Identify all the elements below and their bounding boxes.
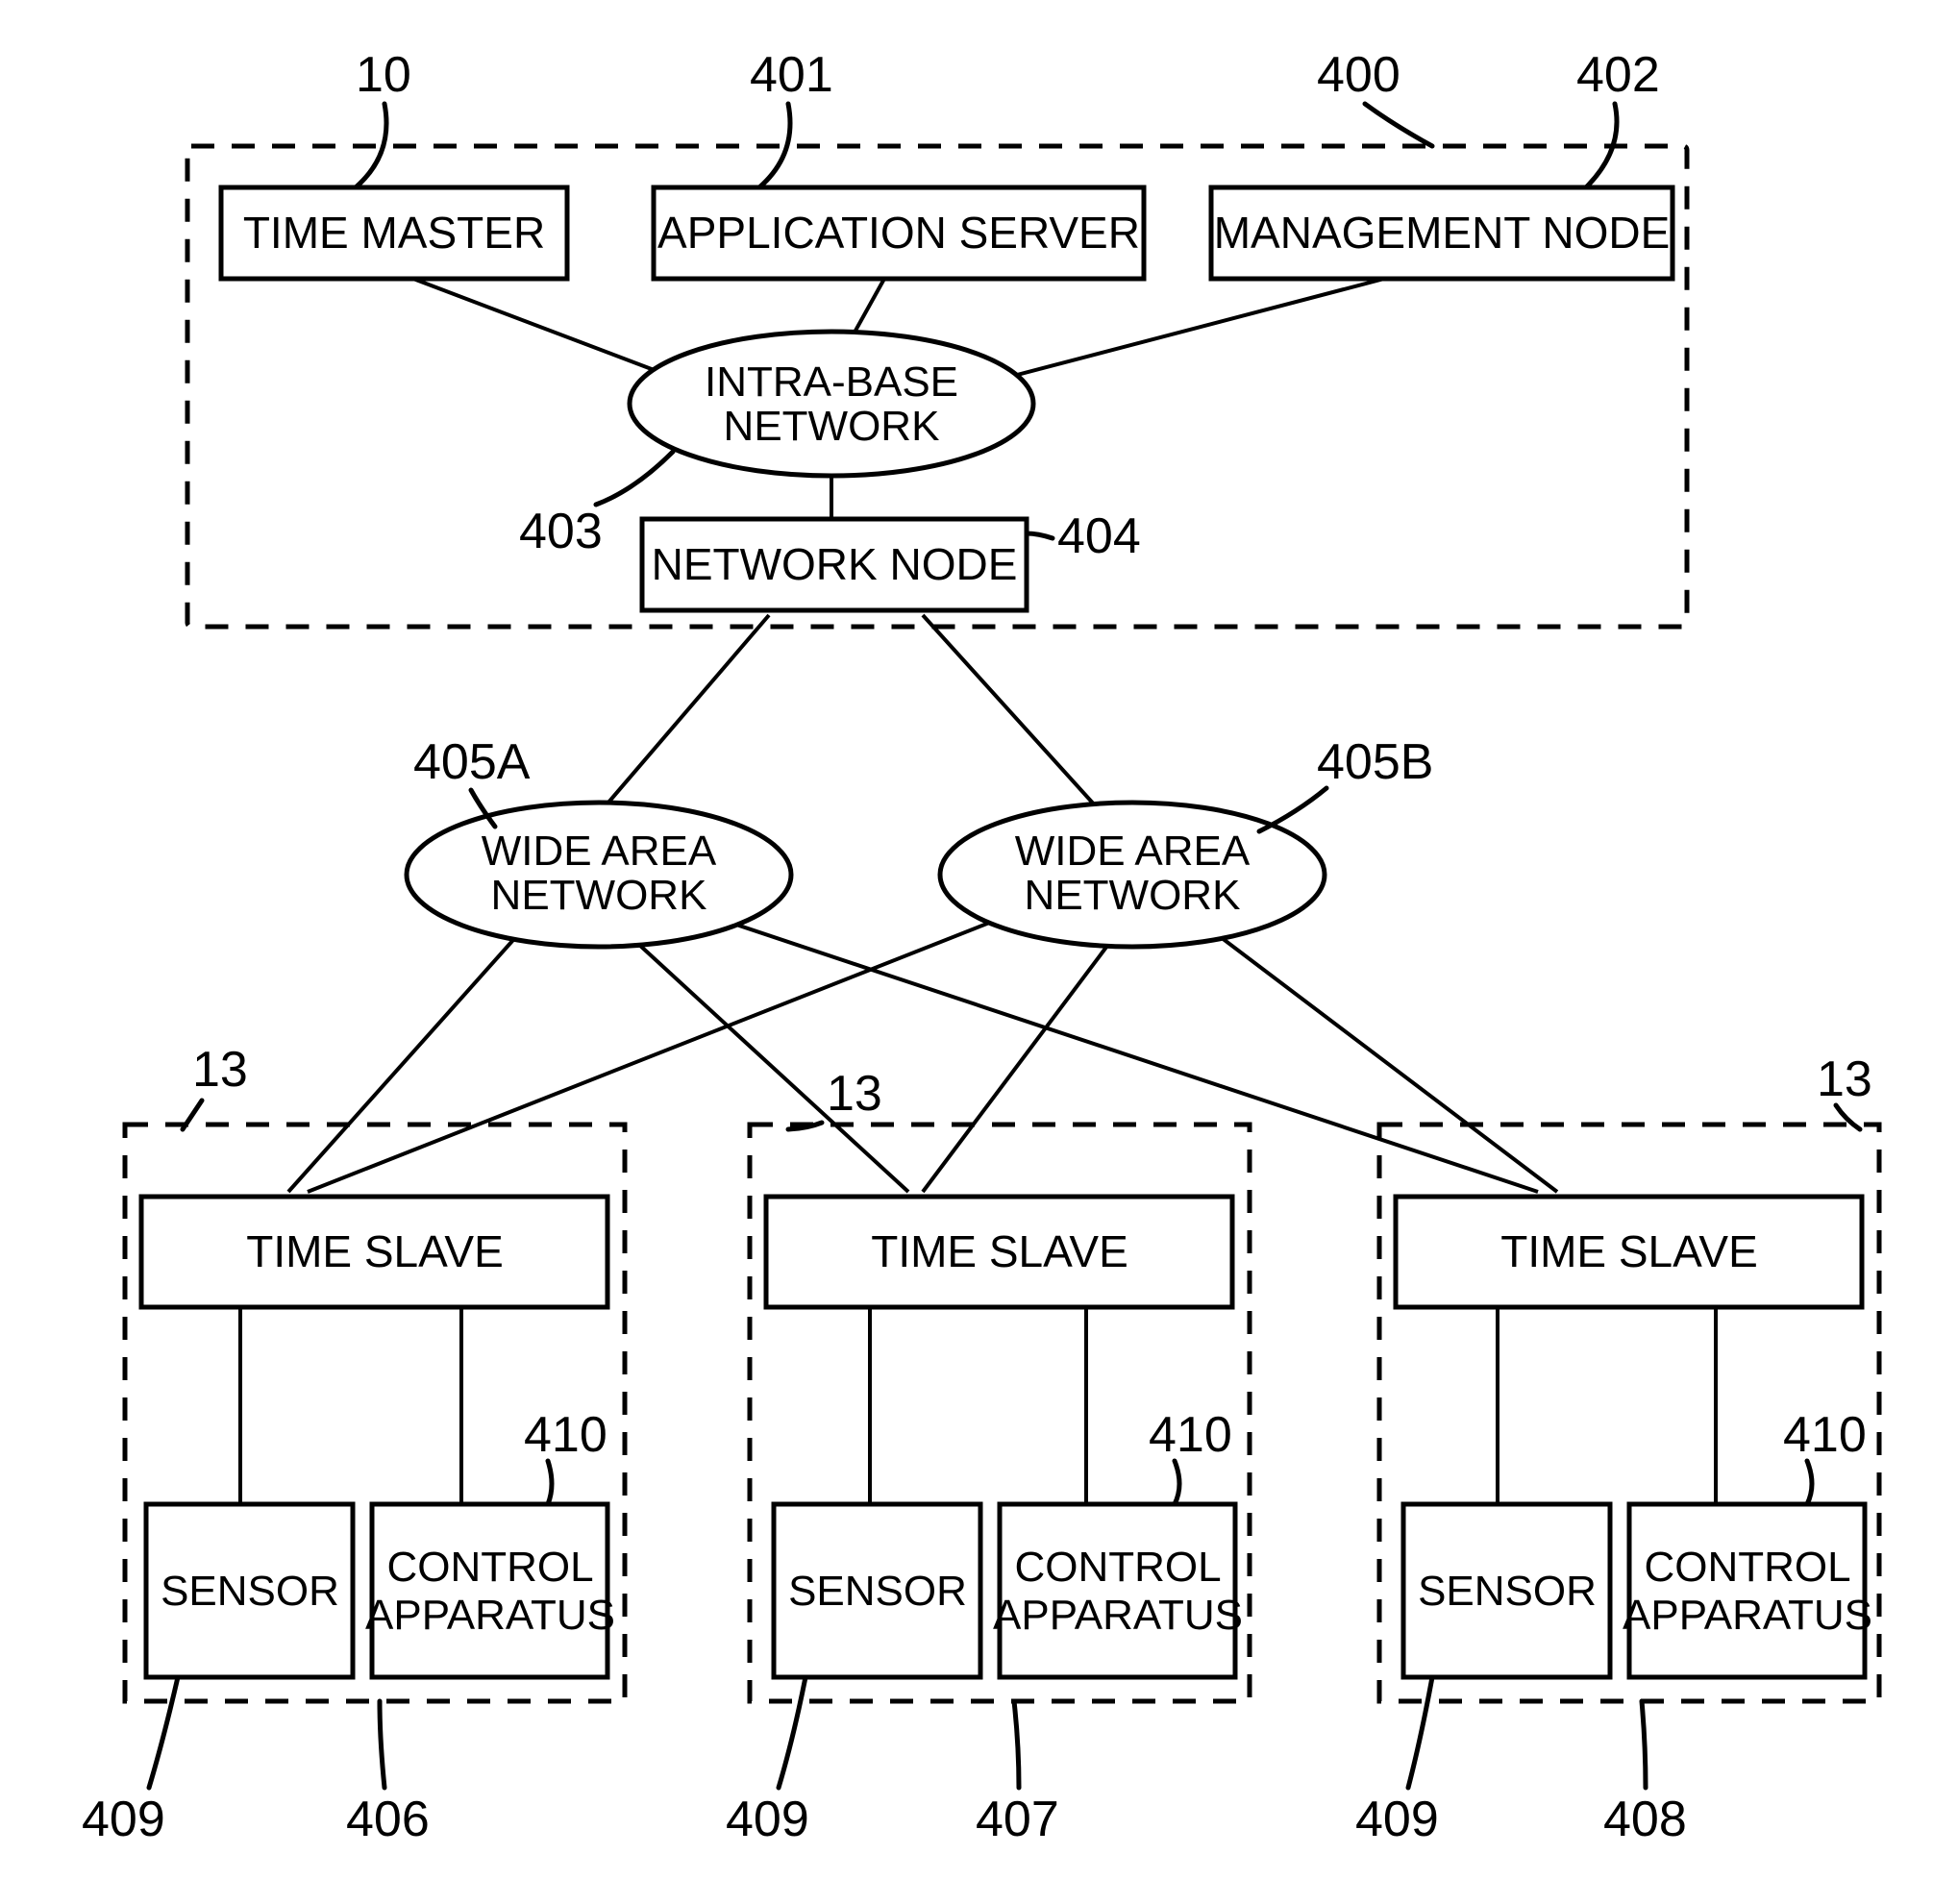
ref-404: 404 [1057,508,1141,564]
wan-a-l1: WIDE AREA [482,828,717,875]
ref-13c: 13 [1817,1051,1872,1107]
slave3-control-l2: APPARATUS [1623,1592,1872,1639]
wan-a-l2: NETWORK [491,872,707,919]
slave1-sensor-label: SENSOR [161,1568,339,1615]
slave2-sensor-label: SENSOR [788,1568,967,1615]
slave2-control-l2: APPARATUS [993,1592,1243,1639]
ref-409b: 409 [726,1792,809,1847]
slave2-control-l1: CONTROL [1014,1544,1221,1591]
slave1-control-l2: APPARATUS [365,1592,615,1639]
slave1-control-box [372,1504,607,1677]
ref-406: 406 [346,1792,430,1847]
app-server-label: APPLICATION SERVER [657,208,1140,258]
ref-10: 10 [356,47,411,103]
ref-410a: 410 [524,1407,607,1463]
slave3-sensor-label: SENSOR [1418,1568,1597,1615]
ref-409a: 409 [82,1792,165,1847]
ref-401: 401 [750,47,833,103]
slave3-control-box [1629,1504,1865,1677]
ref-410b: 410 [1149,1407,1232,1463]
slave3-control-l1: CONTROL [1644,1544,1850,1591]
slave1-control-l1: CONTROL [386,1544,593,1591]
time-master-label: TIME MASTER [243,208,545,258]
ref-403: 403 [519,504,603,559]
intra-base-l2: NETWORK [724,403,940,450]
intra-base-l1: INTRA-BASE [705,359,958,406]
slave3-timeslave-label: TIME SLAVE [1500,1226,1758,1276]
network-diagram: TIME MASTER APPLICATION SERVER MANAGEMEN… [0,0,1933,1904]
wan-b-l2: NETWORK [1025,872,1241,919]
slave2-control-box [1000,1504,1235,1677]
ref-13a: 13 [192,1042,248,1098]
slave1-timeslave-label: TIME SLAVE [246,1226,504,1276]
ref-409c: 409 [1355,1792,1439,1847]
ref-410c: 410 [1783,1407,1867,1463]
network-node-label: NETWORK NODE [652,539,1018,589]
ref-402: 402 [1576,47,1660,103]
ref-407: 407 [976,1792,1059,1847]
ref-13b: 13 [827,1066,882,1122]
slave2-timeslave-label: TIME SLAVE [871,1226,1128,1276]
ref-405a: 405A [413,734,531,790]
mgmt-node-label: MANAGEMENT NODE [1214,208,1671,258]
ref-408: 408 [1603,1792,1687,1847]
ref-405b: 405B [1317,734,1433,790]
wan-b-l1: WIDE AREA [1015,828,1251,875]
ref-400: 400 [1317,47,1400,103]
